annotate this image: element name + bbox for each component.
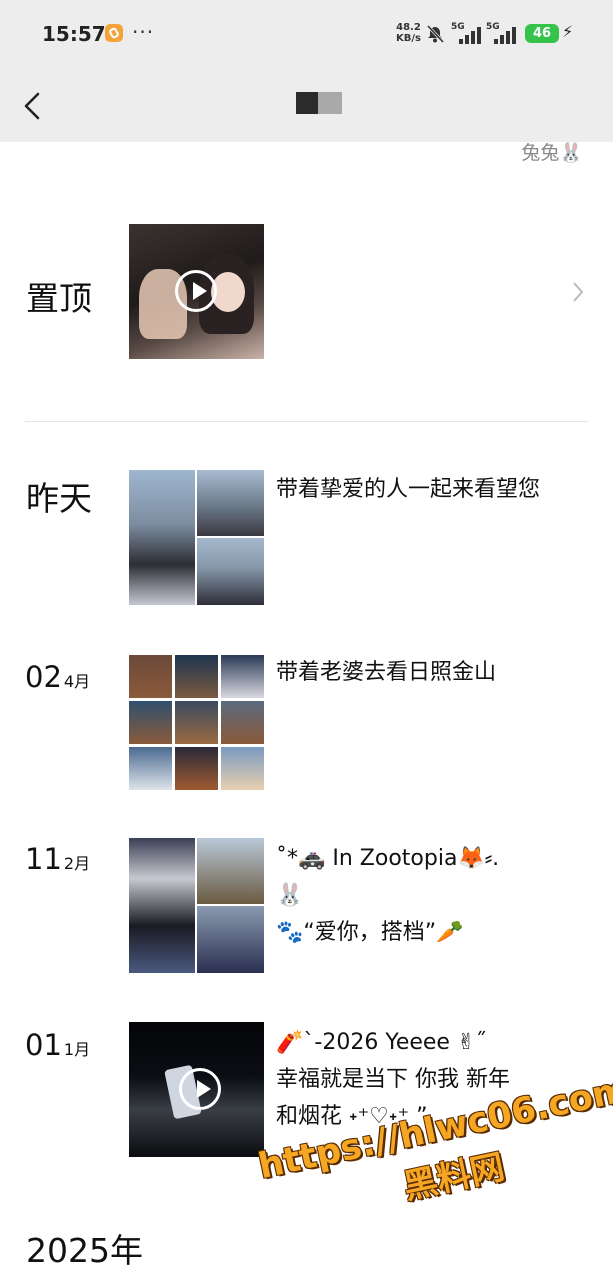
post-day: 02 [25,660,62,694]
post-text-line: 🐾“爱你，搭档”🥕 [276,920,464,945]
play-icon [175,270,217,312]
post-date: 01 1月 [25,1028,90,1062]
nav-title-redacted [296,92,342,114]
post-image-grid[interactable] [129,470,264,605]
chevron-left-icon [24,92,40,120]
status-bar: 15:57 ··· 48.2 KB/s 5G 5G 46 ⚡ [0,0,613,70]
net-speed-unit: KB/s [396,33,421,44]
post-text: 带着老婆去看日照金山 [276,660,497,685]
post-date-yesterday: 昨天 [26,479,92,518]
post-video-thumbnail[interactable] [129,1022,264,1157]
post-month: 4月 [63,672,91,691]
post-text-line: 🐰 [276,883,304,908]
battery-icon: 46 [525,24,559,43]
divider [25,421,588,422]
year-label: 2025年 [26,1231,143,1270]
net-speed-value: 48.2 [396,22,421,33]
profile-name: 兔兔🐰 [521,142,583,164]
post-text-line: ˚*🚓 In Zootopia🦊⸗. [276,846,500,871]
post-day: 01 [25,1028,62,1062]
post-month: 1月 [63,1040,91,1059]
post-month: 2月 [63,854,91,873]
battery-level: 46 [532,26,552,41]
post-text-line: 🧨ˋ-2026 Yeeee ✌︎˝ [276,1030,487,1055]
post-date: 11 2月 [25,842,90,876]
back-button[interactable] [16,88,52,124]
post-text: ˚*🚓 In Zootopia🦊⸗. 🐰 🐾“爱你，搭档”🥕 [276,840,596,951]
status-more-icon: ··· [132,20,155,44]
pinned-label: 置顶 [26,279,92,318]
nav-bar [0,70,613,142]
net-speed: 48.2 KB/s [396,22,421,44]
mute-bell-icon [426,24,445,44]
pinned-video-thumbnail[interactable] [129,224,264,359]
charging-icon: ⚡ [562,22,574,41]
chevron-right-icon[interactable] [569,279,587,305]
app-notification-icon [105,24,123,42]
post-image-grid[interactable] [129,838,264,973]
post-image-grid[interactable] [129,655,264,790]
post-day: 11 [25,842,62,876]
play-icon [179,1068,221,1110]
status-time: 15:57 [42,22,106,46]
post-text: 带着挚爱的人一起来看望您 [276,477,541,502]
post-date: 02 4月 [25,660,90,694]
